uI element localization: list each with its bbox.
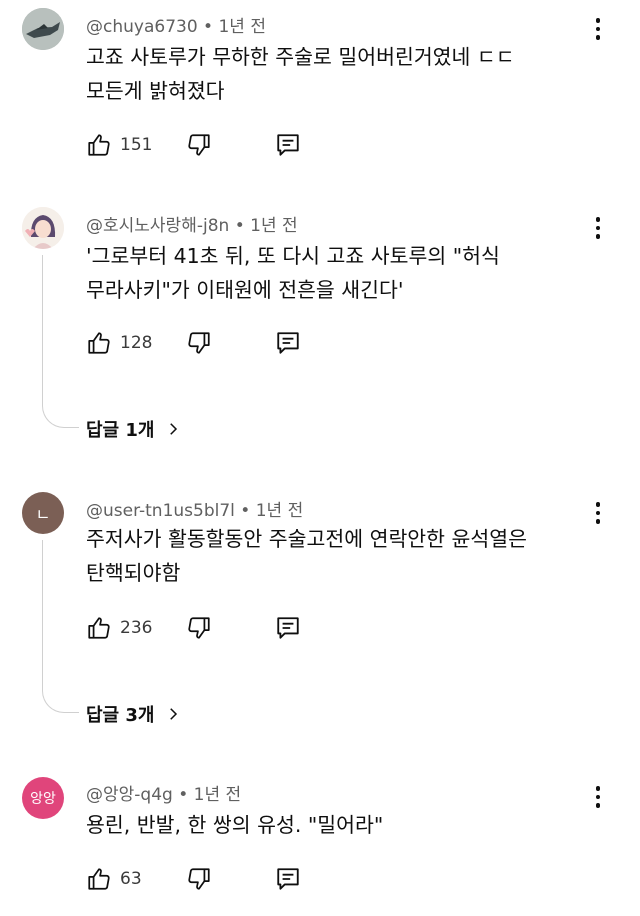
comment-actions: 151 — [86, 128, 326, 162]
comment-time: 1년 전 — [218, 17, 266, 37]
view-replies-button[interactable]: 답글 3개 — [86, 701, 182, 727]
comment-author[interactable]: @호시노사랑해-j8n — [86, 216, 229, 236]
more-options-icon[interactable] — [585, 496, 611, 530]
comment-text: 용린, 반발, 한 쌍의 유성. "밀어라" — [86, 813, 384, 837]
avatar-image-icon — [22, 8, 64, 50]
view-replies-button[interactable]: 답글 1개 — [86, 416, 182, 442]
comment-time: 1년 전 — [193, 785, 242, 805]
replies-count-label: 답글 3개 — [86, 705, 155, 726]
comment-author[interactable]: @user-tn1us5bl7l — [86, 501, 235, 521]
avatar-letter: 앙앙 — [30, 791, 56, 807]
chevron-right-icon — [170, 423, 178, 435]
thumbs-up-icon — [88, 617, 110, 639]
avatar[interactable]: ㄴ — [22, 492, 64, 534]
thread-line — [42, 540, 79, 713]
comment-text: 고죠 사토루가 무하한 주술로 밀어버린거였네 ㄷㄷ 모든게 밝혀졌다 — [86, 45, 515, 103]
thumbs-up-icon — [88, 134, 110, 156]
dislike-button[interactable] — [186, 862, 212, 896]
thumbs-down-icon — [188, 134, 210, 156]
more-options-icon[interactable] — [585, 780, 611, 814]
comment-time: 1년 전 — [250, 216, 298, 236]
reply-button[interactable] — [275, 128, 301, 162]
like-count: 128 — [120, 333, 153, 353]
separator-dot: • — [234, 216, 251, 236]
comment-author[interactable]: @chuya6730 — [86, 17, 198, 37]
like-button[interactable]: 63 — [86, 862, 142, 896]
dislike-button[interactable] — [186, 326, 212, 360]
avatar[interactable] — [22, 207, 64, 249]
thumbs-up-icon — [88, 868, 110, 890]
replies-count-label: 답글 1개 — [86, 420, 155, 441]
like-button[interactable]: 236 — [86, 611, 152, 645]
comment-text: 주저사가 활동할동안 주술고전에 연락안한 윤석열은 탄핵되야함 — [86, 527, 527, 585]
reply-button[interactable] — [275, 326, 301, 360]
dislike-button[interactable] — [186, 611, 212, 645]
like-count: 236 — [120, 618, 153, 638]
comment-text: '그로부터 41초 뒤, 또 다시 고죠 사토루의 "허식 무라사키"가 이태원… — [86, 244, 500, 302]
avatar[interactable] — [22, 8, 64, 50]
thumbs-down-icon — [188, 332, 210, 354]
avatar-letter: ㄴ — [35, 505, 51, 524]
reply-button[interactable] — [275, 611, 301, 645]
separator-dot: • — [178, 785, 194, 805]
avatar-image-icon — [22, 207, 64, 249]
reply-comment-icon — [277, 868, 299, 890]
reply-comment-icon — [277, 332, 299, 354]
comment-actions: 236 — [86, 611, 326, 645]
like-button[interactable]: 151 — [86, 128, 152, 162]
avatar[interactable]: 앙앙 — [22, 777, 64, 819]
like-count: 63 — [120, 869, 142, 889]
thumbs-down-icon — [188, 617, 210, 639]
comment-actions: 128 — [86, 326, 326, 360]
thread-line — [42, 255, 79, 428]
reply-button[interactable] — [275, 862, 301, 896]
comment-author[interactable]: @앙앙-q4g — [86, 785, 173, 805]
comment-actions: 63 — [86, 862, 326, 896]
more-options-icon[interactable] — [585, 211, 611, 245]
reply-comment-icon — [277, 134, 299, 156]
like-button[interactable]: 128 — [86, 326, 152, 360]
dislike-button[interactable] — [186, 128, 212, 162]
thumbs-down-icon — [188, 868, 210, 890]
separator-dot: • — [240, 501, 256, 521]
comment-time: 1년 전 — [255, 501, 304, 521]
thumbs-up-icon — [88, 332, 110, 354]
reply-comment-icon — [277, 617, 299, 639]
like-count: 151 — [120, 135, 153, 155]
separator-dot: • — [203, 17, 219, 37]
chevron-right-icon — [170, 708, 178, 720]
more-options-icon[interactable] — [585, 12, 611, 46]
